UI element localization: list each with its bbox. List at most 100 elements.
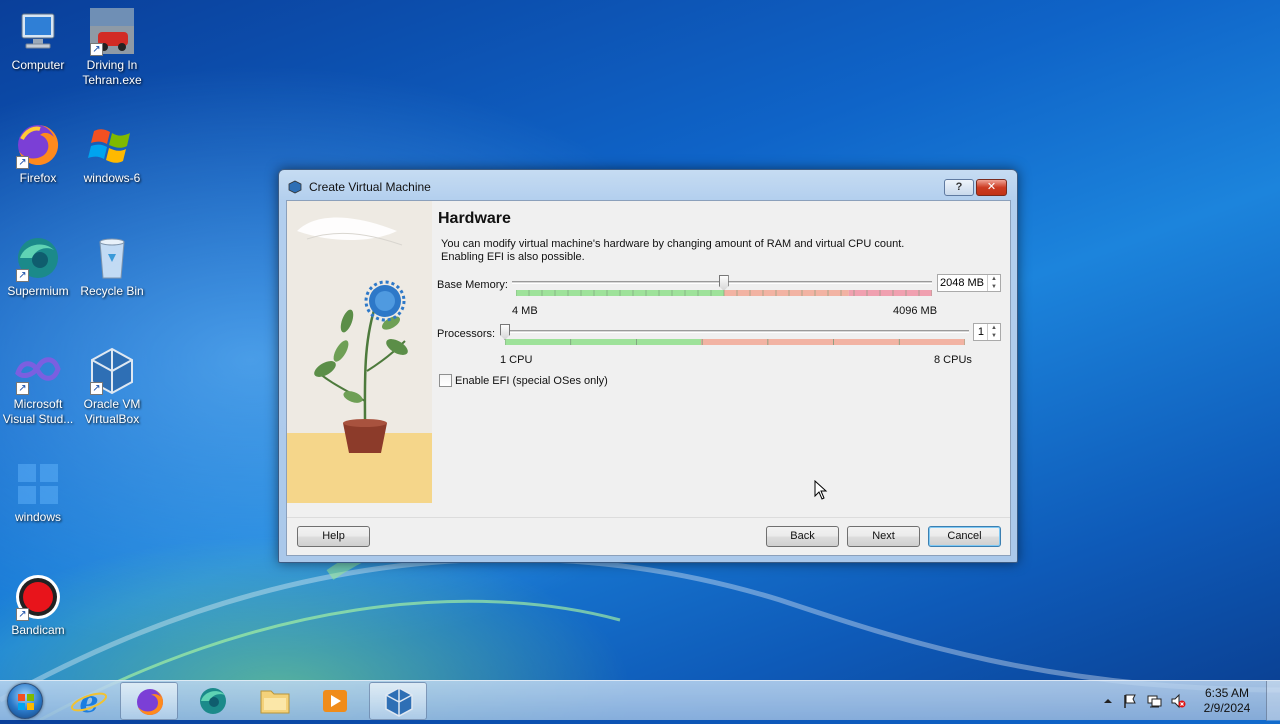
svg-text:e: e [79,685,98,720]
taskbar-firefox[interactable] [120,682,178,720]
windows-folder-icon [14,460,62,508]
desktop-icon-label: Recycle Bin [80,284,144,298]
desktop-icon-label: windows [14,510,62,524]
folder-icon [260,690,290,714]
system-clock[interactable]: 6:35 AM 2/9/2024 [1196,686,1258,716]
help-button[interactable]: Help [297,526,370,547]
supermium-icon [200,688,226,714]
desktop-icon-windows[interactable]: windows [0,460,76,525]
show-hidden-icons-icon[interactable] [1100,693,1116,709]
taskbar-file-explorer[interactable] [246,682,304,720]
desktop-icon-bandicam[interactable]: ↗ Bandicam [0,573,76,638]
processors-max-label: 8 CPUs [934,354,972,366]
taskbar: e 6:35 AM 2/9/2024 [0,680,1280,721]
processors-ticks [505,339,965,345]
spin-down-icon[interactable]: ▼ [988,332,1000,340]
desktop-icon-firefox[interactable]: ↗ Firefox [0,121,76,186]
virtualbox-small-icon [288,180,302,194]
volume-muted-icon[interactable] [1170,693,1186,709]
windows-logo-icon [88,121,136,169]
shortcut-arrow-icon: ↗ [90,382,103,395]
shortcut-arrow-icon: ↗ [90,43,103,56]
page-description: You can modify virtual machine's hardwar… [441,238,961,264]
start-button[interactable] [7,683,43,719]
desktop-icon-label: Oracle VM VirtualBox [83,397,141,426]
desktop-icon-computer[interactable]: Computer [0,8,76,73]
action-center-flag-icon[interactable] [1122,693,1138,709]
processors-min-label: 1 CPU [500,354,533,366]
network-icon[interactable] [1146,693,1162,709]
back-button[interactable]: Back [766,526,839,547]
taskbar-virtualbox[interactable] [369,682,427,720]
base-memory-ticks [516,290,932,296]
shortcut-arrow-icon: ↗ [16,608,29,621]
virtualbox-icon [385,687,413,717]
taskbar-media-player[interactable] [306,682,364,720]
mouse-cursor-icon [814,480,828,500]
shortcut-arrow-icon: ↗ [16,269,29,282]
virtualbox-icon: ↗ [88,347,136,395]
firefox-icon [137,689,163,715]
shortcut-arrow-icon: ↗ [16,156,29,169]
base-memory-value: 2048 MB [939,277,984,289]
enable-efi-label[interactable]: Enable EFI (special OSes only) [455,375,608,387]
recycle-bin-icon [88,234,136,282]
base-memory-slider-thumb[interactable] [718,275,729,291]
spin-down-icon[interactable]: ▼ [988,283,1000,291]
processors-slider-track[interactable] [502,330,969,333]
description-line: Enabling EFI is also possible. [441,251,585,263]
desktop-icon-label: Microsoft Visual Stud... [2,397,74,426]
spin-arrows[interactable]: ▲ ▼ [987,275,1000,291]
desktop-icon-supermium[interactable]: ↗ Supermium [0,234,76,299]
processors-spinbox[interactable]: 1 ▲ ▼ [973,323,1001,341]
desktop-icon-virtualbox[interactable]: ↗ Oracle VM VirtualBox [74,347,150,427]
windows-start-icon [18,694,34,710]
help-title-button[interactable]: ? [944,179,974,196]
processors-label: Processors: [437,328,496,340]
desktop-icon-label: Firefox [19,171,57,185]
plant-illustration [287,201,432,503]
spin-arrows[interactable]: ▲ ▼ [987,324,1000,340]
media-player-icon [323,690,347,712]
description-line: You can modify virtual machine's hardwar… [441,238,905,250]
base-memory-min-label: 4 MB [512,305,538,317]
desktop-icon-windows-6[interactable]: windows-6 [74,121,150,186]
dialog-body: Hardware You can modify virtual machine'… [286,200,1011,556]
base-memory-spinbox[interactable]: 2048 MB ▲ ▼ [937,274,1001,292]
base-memory-label: Base Memory: [437,279,508,291]
computer-icon [14,8,62,56]
desktop-icon-label: Bandicam [11,623,65,637]
desktop-icon-label: Computer [11,58,65,72]
page-heading: Hardware [438,210,511,227]
processors-slider-thumb[interactable] [500,324,510,340]
spin-up-icon[interactable]: ▲ [988,275,1000,283]
close-button[interactable]: ✕ [976,179,1007,196]
game-thumbnail-icon: ↗ [88,8,136,56]
clock-date: 2/9/2024 [1203,701,1251,715]
visual-studio-icon: ↗ [14,347,62,395]
dialog-title: Create Virtual Machine [309,180,431,194]
shortcut-arrow-icon: ↗ [16,382,29,395]
spin-up-icon[interactable]: ▲ [988,324,1000,332]
desktop-icon-label: windows-6 [83,171,141,185]
desktop-icon-label: Driving In Tehran.exe [82,58,142,87]
internet-explorer-icon: e [70,685,108,720]
taskbar-internet-explorer[interactable]: e [60,682,118,720]
next-button[interactable]: Next [847,526,920,547]
taskbar-supermium[interactable] [184,682,242,720]
desktop-icon-label: Supermium [7,284,69,298]
cancel-button[interactable]: Cancel [928,526,1001,547]
desktop-icon-recycle-bin[interactable]: Recycle Bin [74,234,150,299]
clock-time: 6:35 AM [1204,686,1250,700]
supermium-icon: ↗ [14,234,62,282]
desktop-icon-driving-in-tehran[interactable]: ↗ Driving In Tehran.exe [74,8,150,88]
base-memory-max-label: 4096 MB [893,305,938,317]
enable-efi-checkbox[interactable] [439,374,452,387]
firefox-icon: ↗ [14,121,62,169]
create-vm-dialog: Create Virtual Machine ? ✕ Hardware You … [278,169,1018,563]
footer-separator [287,517,1010,518]
desktop-icon-visual-studio[interactable]: ↗ Microsoft Visual Stud... [0,347,76,427]
show-desktop-button[interactable] [1266,681,1280,721]
processors-value: 1 [977,326,984,338]
bandicam-record-icon: ↗ [14,573,62,621]
